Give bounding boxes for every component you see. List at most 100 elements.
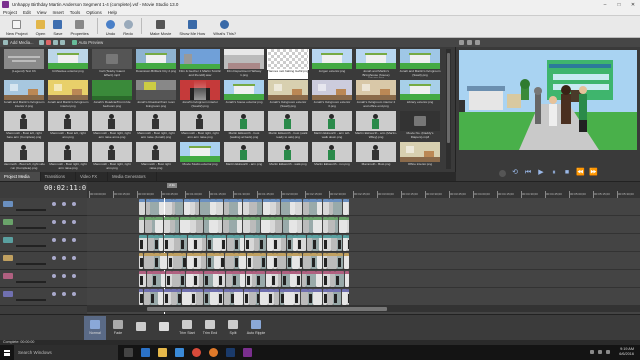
media-thumbnail[interactable]: Jonah's house exterior.png — [224, 80, 264, 110]
go-to-end-icon[interactable]: ⏩ — [589, 169, 598, 177]
start-button[interactable] — [0, 345, 14, 360]
media-thumbnail[interactable]: Jonah and Martin's Bringhouse (house) ex… — [356, 49, 396, 79]
timeline-clip[interactable] — [201, 253, 206, 269]
volume-icon[interactable] — [598, 350, 602, 354]
timeline-clip[interactable] — [177, 289, 181, 305]
timeline-clip[interactable] — [333, 199, 342, 215]
timeline-clip[interactable] — [294, 289, 300, 305]
timeline-clip[interactable] — [256, 289, 259, 305]
timeline-clip[interactable] — [158, 289, 163, 305]
timeline-clip[interactable] — [260, 289, 268, 305]
stop-icon[interactable]: ■ — [563, 169, 571, 177]
auto-preview-toggle[interactable]: Auto Preview — [71, 40, 103, 45]
view-icon[interactable] — [59, 40, 65, 45]
loop-icon[interactable]: ⟲ — [511, 169, 519, 177]
media-thumbnail[interactable]: Martin Ekkworth - arm (Martin-Wiley).png — [355, 111, 397, 141]
fade-tool-button[interactable]: Fade — [107, 316, 129, 340]
timeline-clip[interactable] — [259, 235, 266, 251]
timeline-clip[interactable] — [281, 235, 286, 251]
track-header[interactable] — [0, 252, 87, 270]
timeline-clip[interactable] — [347, 289, 349, 305]
media-thumbnail[interactable]: Jorgen exterior.png — [312, 49, 352, 79]
media-thumbnail[interactable]: Jonah and Martin's livingroom interior 2… — [4, 80, 45, 110]
timeline-clip[interactable] — [172, 271, 180, 287]
media-scrollbar[interactable] — [446, 49, 451, 169]
track-level-slider[interactable] — [16, 245, 46, 247]
refresh-icon[interactable] — [38, 40, 44, 45]
auto-ripple-tool-button[interactable]: Auto Ripple — [245, 316, 267, 340]
mute-icon[interactable] — [52, 238, 56, 242]
timeline-clip[interactable] — [306, 271, 316, 287]
track-header[interactable] — [0, 270, 87, 288]
properties-button[interactable]: Properties — [66, 15, 92, 37]
timeline-clip[interactable] — [292, 253, 299, 269]
solo-icon[interactable] — [62, 220, 66, 224]
timeline-clip[interactable] — [182, 253, 186, 269]
track-fx-icon[interactable] — [72, 292, 76, 296]
media-thumbnail[interactable]: Film Department Hallway 1.png — [224, 49, 264, 79]
timeline-clip[interactable] — [193, 235, 202, 251]
timeline-clip[interactable] — [249, 289, 256, 305]
timeline-clip[interactable] — [284, 289, 294, 305]
media-thumbnail[interactable]: Mammoth - Bust right, right arm arm rais… — [180, 111, 220, 141]
media-thumbnail[interactable]: Mammoth - Bust right raise.png — [136, 142, 176, 171]
maximize-button[interactable]: □ — [612, 0, 626, 9]
timeline-clip[interactable] — [152, 271, 161, 287]
track-lane[interactable] — [87, 216, 640, 234]
media-thumbnail[interactable]: Hannes nett halting Gefl2.png — [267, 49, 309, 79]
timeline-clip[interactable] — [297, 217, 302, 233]
add-media-button[interactable]: Add Media... — [3, 40, 34, 45]
timeline-clip[interactable] — [303, 253, 311, 269]
media-thumbnail[interactable]: Jonah's livingroom exterior (Swell).png — [268, 80, 308, 110]
delete-tool-button[interactable] — [153, 316, 175, 340]
timeline-clip[interactable] — [256, 271, 265, 287]
preview-quality-icon[interactable] — [467, 40, 472, 45]
show-me-how-button[interactable]: Show Me How — [175, 15, 209, 37]
pause-icon[interactable]: ⏸ — [550, 169, 558, 177]
track-fx-icon[interactable] — [72, 202, 76, 206]
media-thumbnail[interactable]: Library exterior.png — [400, 80, 440, 110]
file-explorer-icon[interactable] — [158, 348, 167, 357]
media-thumbnail[interactable]: Jonah's Roadcar/front room livingroom.pn… — [136, 80, 176, 110]
track-level-slider[interactable] — [16, 227, 46, 229]
timeline-clip[interactable] — [282, 271, 290, 287]
timeline-clip[interactable] — [200, 199, 210, 215]
timeline-clip[interactable] — [299, 253, 302, 269]
task-view-icon[interactable] — [124, 348, 133, 357]
timeline-clip[interactable] — [263, 199, 270, 215]
track-fx-icon[interactable] — [72, 238, 76, 242]
timeline-clip[interactable] — [327, 253, 337, 269]
media-thumbnail[interactable]: Jonah's Roadcar/Front ride bedroom.png — [92, 80, 132, 110]
timeline-clip[interactable] — [256, 217, 260, 233]
timeline-clip[interactable] — [193, 253, 201, 269]
timeline-clip[interactable] — [344, 253, 349, 269]
timeline-clip[interactable] — [139, 217, 144, 233]
timeline-clip[interactable] — [281, 199, 290, 215]
mute-icon[interactable] — [52, 220, 56, 224]
close-button[interactable]: ✕ — [626, 0, 640, 9]
timeline-clip[interactable] — [150, 199, 159, 215]
delete-media-icon[interactable] — [45, 40, 51, 45]
menu-tools[interactable]: Tools — [70, 10, 81, 15]
media-thumbnail[interactable]: Mammoth - Bust right, right arm raise (J… — [136, 111, 176, 141]
timeline-clip[interactable] — [210, 289, 218, 305]
timeline-clip[interactable] — [238, 199, 242, 215]
media-thumbnail[interactable]: Jonah and Martin's livingroom interior.p… — [47, 80, 89, 110]
timeline-clip[interactable] — [312, 235, 319, 251]
solo-icon[interactable] — [62, 292, 66, 296]
track-lane[interactable] — [87, 288, 640, 306]
solo-icon[interactable] — [62, 238, 66, 242]
media-thumbnail[interactable]: Martin Ekkworth - run.png — [312, 142, 352, 171]
timeline-clip[interactable] — [348, 199, 349, 215]
timeline-clip[interactable] — [333, 289, 341, 305]
timeline-clip[interactable] — [139, 253, 143, 269]
timeline-clip[interactable] — [227, 235, 234, 251]
minimize-button[interactable]: – — [598, 0, 612, 9]
menu-project[interactable]: Project — [3, 10, 17, 15]
timeline-clip[interactable] — [313, 289, 322, 305]
timeline-clip[interactable] — [159, 199, 164, 215]
track-lane[interactable] — [87, 252, 640, 270]
timeline-clip[interactable] — [335, 217, 338, 233]
menu-options[interactable]: Options — [86, 10, 102, 15]
media-thumbnail[interactable]: birthwolee exterior.png — [48, 49, 88, 79]
